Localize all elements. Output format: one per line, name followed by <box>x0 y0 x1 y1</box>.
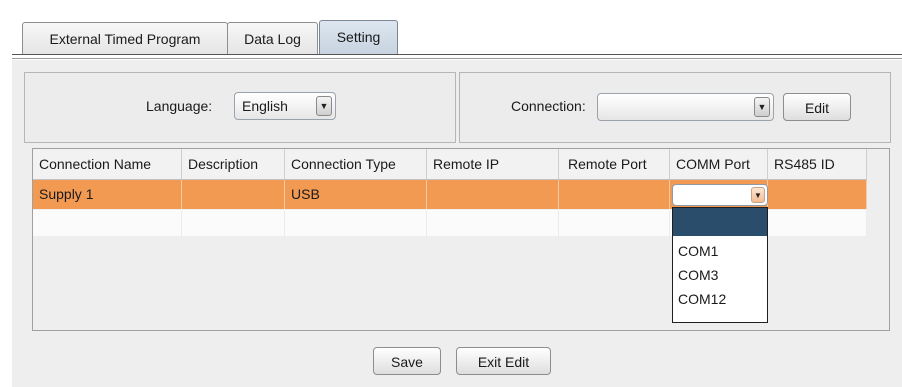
tab-data-log[interactable]: Data Log <box>227 22 318 54</box>
exit-edit-button[interactable]: Exit Edit <box>456 347 551 375</box>
empty-cell <box>182 210 285 239</box>
cell-description[interactable] <box>182 180 285 209</box>
dropdown-option-com12[interactable]: COM12 <box>673 287 767 311</box>
chevron-down-icon[interactable]: ▼ <box>754 97 770 117</box>
empty-cell <box>768 210 867 239</box>
cell-remote-port[interactable] <box>559 180 670 209</box>
column-header[interactable]: Connection Type <box>285 149 427 179</box>
comm-port-dropdown: COM1 COM3 COM12 <box>672 207 768 323</box>
connection-label: Connection: <box>511 98 586 114</box>
language-select[interactable]: English ▼ <box>234 92 336 120</box>
language-label: Language: <box>146 98 213 114</box>
column-header[interactable]: Remote Port <box>559 149 670 179</box>
tab-divider <box>12 54 902 59</box>
empty-cell <box>285 210 427 239</box>
cell-connection-name[interactable]: Supply 1 <box>33 180 182 209</box>
column-header[interactable]: COMM Port <box>670 149 768 179</box>
column-header[interactable]: Remote IP <box>427 149 559 179</box>
chevron-down-icon[interactable]: ▼ <box>316 96 332 116</box>
tab-external-timed-program[interactable]: External Timed Program <box>22 22 228 54</box>
column-header[interactable]: Connection Name <box>33 149 182 179</box>
tab-label: External Timed Program <box>49 31 201 47</box>
connection-select[interactable]: ▼ <box>597 93 774 121</box>
empty-cell <box>559 210 670 239</box>
column-header[interactable]: Description <box>182 149 285 179</box>
dropdown-option-empty[interactable] <box>673 208 767 236</box>
save-button[interactable]: Save <box>373 347 441 375</box>
table-header: Connection Name Description Connection T… <box>33 149 867 180</box>
empty-cell <box>33 210 182 239</box>
chevron-down-icon[interactable]: ▼ <box>751 187 765 203</box>
cell-connection-type[interactable]: USB <box>285 180 427 209</box>
language-value: English <box>242 98 288 114</box>
dropdown-option-com1[interactable]: COM1 <box>673 239 767 263</box>
column-header[interactable]: RS485 ID <box>768 149 867 179</box>
tab-setting[interactable]: Setting <box>319 20 398 54</box>
cell-remote-ip[interactable] <box>427 180 559 209</box>
edit-button[interactable]: Edit <box>783 93 851 121</box>
tab-label: Setting <box>336 29 381 45</box>
tab-label: Data Log <box>244 31 301 47</box>
dropdown-option-com3[interactable]: COM3 <box>673 263 767 287</box>
comm-port-select[interactable]: ▼ <box>672 184 768 206</box>
cell-rs485-id[interactable] <box>768 180 867 209</box>
empty-cell <box>427 210 559 239</box>
